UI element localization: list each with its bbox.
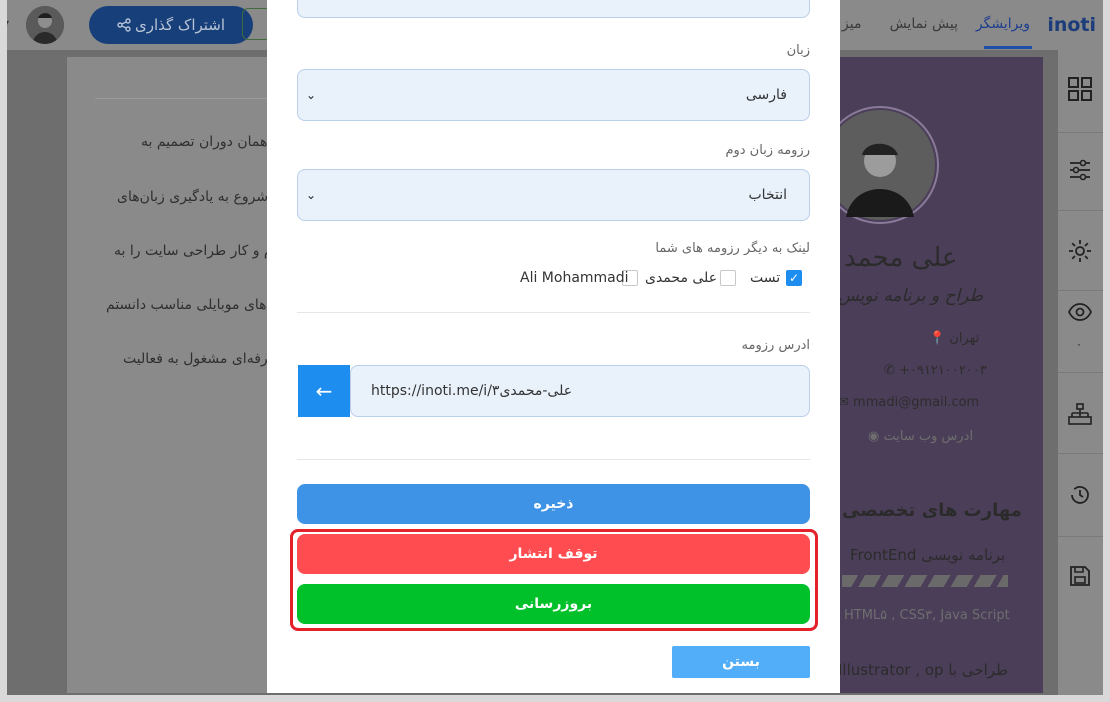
divider — [95, 98, 275, 99]
resume-url-field[interactable]: https://inoti.me/i/۳علی-محمدی — [350, 365, 810, 417]
resume-body-panel — [67, 57, 272, 693]
chevron-down-icon: ⌄ — [306, 188, 317, 202]
skills-heading: مهارت های تخصصی — [842, 500, 1022, 521]
second-language-label: رزومه زبان دوم — [725, 143, 810, 158]
avatar-image — [26, 6, 64, 44]
bio-line: ل شروع به یادگیری زبان‌های — [117, 189, 283, 205]
user-menu-caret[interactable]: ▾ — [4, 18, 9, 29]
share-button[interactable]: اشتراک گذاری — [89, 6, 253, 44]
location-icon: 📍 — [929, 331, 946, 346]
profile-website: ادرس وب سایت ◉ — [868, 429, 974, 444]
active-tab-indicator — [984, 46, 1032, 49]
language-label: زبان — [786, 43, 810, 58]
divider — [297, 459, 810, 460]
divider — [1058, 536, 1110, 537]
profile-email: mmadi@gmail.com ✉ — [838, 395, 980, 410]
share-icon — [117, 18, 131, 32]
history-icon[interactable] — [1068, 483, 1092, 507]
share-label: اشتراک گذاری — [134, 16, 226, 34]
language-value: فارسی — [745, 87, 787, 103]
link-label-ali-en: Ali Mohammadi — [520, 270, 629, 286]
title-field[interactable] — [297, 0, 810, 18]
divider — [1058, 453, 1110, 454]
bio-line: شدم و کار طراحی سایت را به — [114, 243, 292, 259]
sliders-icon[interactable] — [1068, 158, 1092, 182]
settings-icon[interactable] — [1068, 239, 1092, 263]
bio-line: از همان دوران تصمیم به — [141, 134, 283, 150]
divider — [1058, 290, 1110, 291]
org-chart-icon[interactable] — [1068, 402, 1092, 426]
highlight-annotation — [290, 529, 818, 631]
phone-icon: ✆ — [884, 363, 895, 378]
arrow-left-icon: ← — [315, 379, 333, 403]
skill-name: برنامه نویسی FrontEnd — [850, 546, 1006, 564]
link-label-test: تست — [750, 270, 781, 286]
close-button[interactable]: بستن — [672, 646, 810, 678]
right-sidebar — [1058, 50, 1110, 702]
chevron-down-icon: ⌄ — [306, 88, 317, 102]
grid-icon[interactable] — [1068, 77, 1092, 101]
skill-name: طراحی با Illustrator , op — [838, 661, 1009, 679]
links-label: لینک به دیگر رزومه های شما — [655, 241, 810, 256]
globe-icon: ◉ — [868, 429, 880, 444]
eye-icon[interactable] — [1068, 300, 1092, 324]
tab-desk[interactable]: میز — [842, 16, 861, 32]
profile-phone: ۰۹۱۲۱۰۰۲۰۰۳+ ✆ — [884, 363, 987, 378]
link-checkbox-test[interactable]: ✓ — [786, 270, 802, 286]
divider — [1058, 210, 1110, 211]
save-icon[interactable] — [1068, 564, 1092, 588]
language-select[interactable]: فارسی ⌄ — [297, 69, 810, 121]
profile-photo — [832, 106, 939, 224]
profile-title: طراح و برنامه نویس — [838, 286, 984, 306]
bio-line: ؛ حرفه‌ای مشغول به فعالیت — [123, 351, 287, 367]
url-label: ادرس رزومه — [741, 338, 810, 353]
profile-city: تهران 📍 — [929, 331, 980, 346]
divider — [1058, 372, 1110, 373]
tab-editor[interactable]: ویرایشگر — [976, 16, 1030, 32]
bio-line: ن های موبایلی مناسب دانستم — [106, 297, 282, 313]
link-label-ali-fa: علی محمدی — [645, 270, 718, 286]
second-language-select[interactable]: انتخاب ⌄ — [297, 169, 810, 221]
divider — [297, 312, 810, 313]
app-logo[interactable]: inoti — [1047, 14, 1096, 36]
views-count: ۰ — [1076, 338, 1082, 351]
divider — [1058, 132, 1110, 133]
profile-name: علی محمد — [844, 243, 958, 273]
copy-url-button[interactable]: ← — [298, 365, 350, 417]
profile-card: علی محمد طراح و برنامه نویس تهران 📍 ۰۹۱۲… — [832, 57, 1043, 693]
tab-preview[interactable]: پیش نمایش — [890, 16, 958, 32]
skill-detail: HTML۵ , CSS۳, Java Script — [844, 608, 1010, 623]
link-checkbox-ali-fa[interactable] — [720, 270, 736, 286]
user-avatar[interactable] — [26, 6, 64, 44]
second-language-value: انتخاب — [748, 187, 788, 203]
save-button[interactable]: ذخیره — [297, 484, 810, 524]
resume-url-value: https://inoti.me/i/۳علی-محمدی — [371, 383, 573, 399]
skill-progress-bar — [842, 575, 1008, 587]
